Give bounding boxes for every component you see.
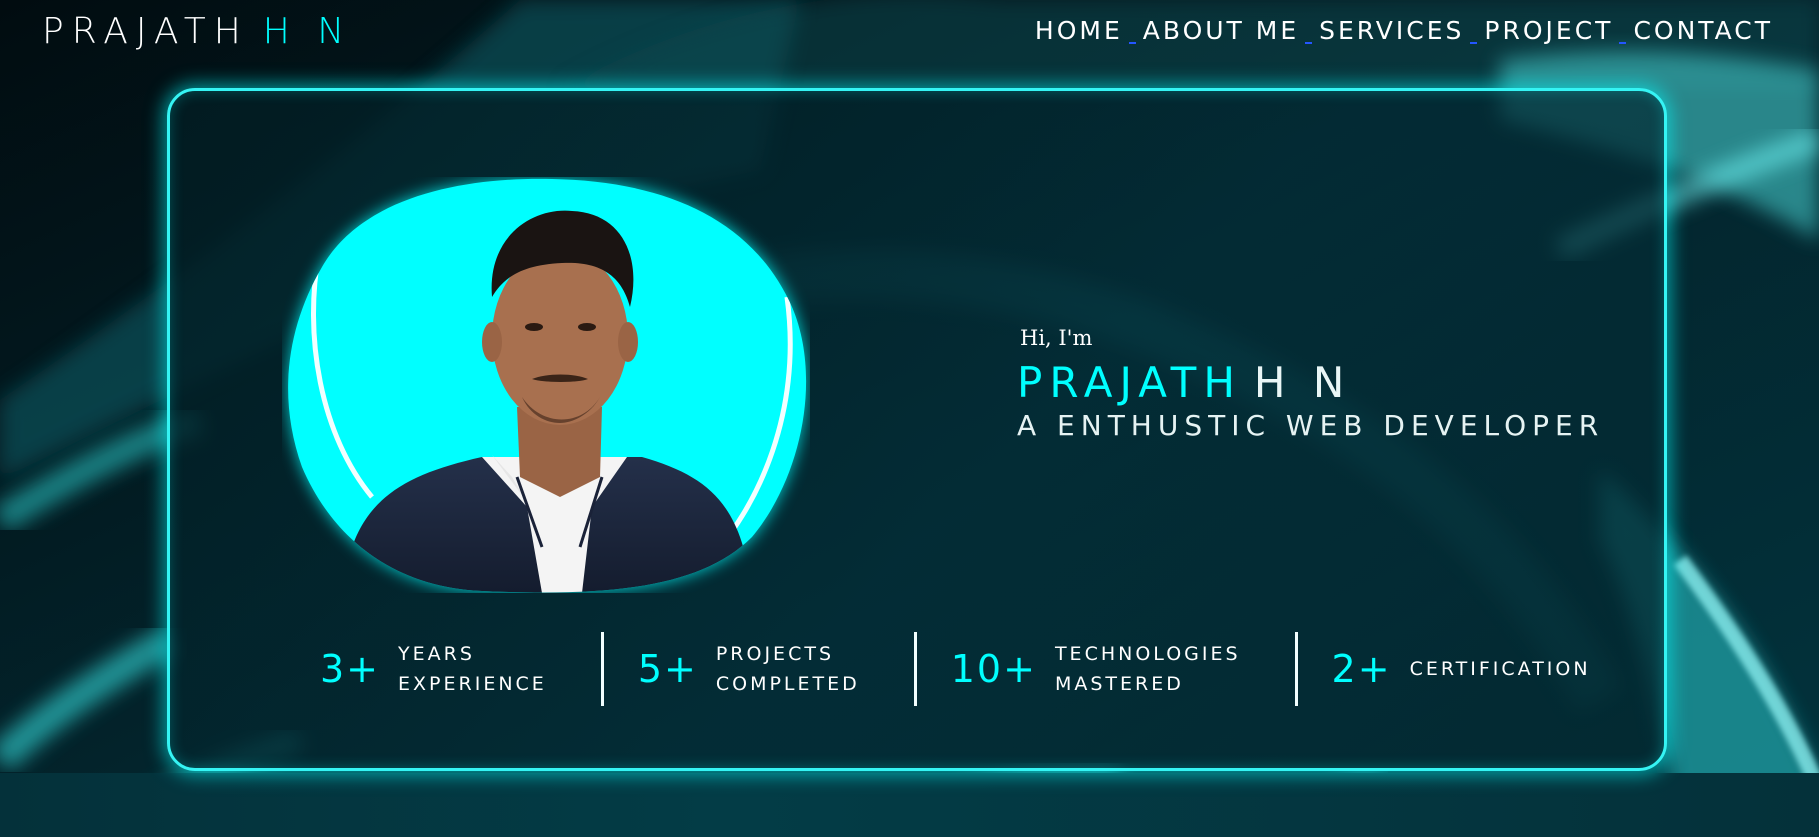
nav-separator — [1299, 14, 1319, 48]
stat-divider — [1294, 632, 1298, 706]
stat-divider — [913, 632, 917, 706]
main-nav: HOME ABOUT ME SERVICES PROJECT CONTACT — [1035, 14, 1773, 48]
stat-label-line1: TECHNOLOGIES — [1054, 643, 1241, 665]
hero-tagline: A ENTHUSTIC WEB DEVELOPER — [1017, 409, 1605, 442]
stat-divider — [600, 632, 604, 706]
nav-contact[interactable]: CONTACT — [1633, 14, 1773, 48]
stat-number: 2+ — [1331, 647, 1392, 691]
stats-row: 3+ YEARS EXPERIENCE 5+ PROJECTS COMPLETE… — [320, 631, 1591, 707]
footer-strip — [0, 773, 1819, 837]
stat-number: 3+ — [320, 647, 381, 691]
hero-name: PRAJATH H N — [1017, 356, 1604, 410]
hero-card: Hi, I'm PRAJATH H N A ENTHUSTIC WEB DEVEL… — [167, 88, 1667, 771]
stat-label-line1: PROJECTS — [715, 643, 834, 665]
stat-label-line1: CERTIFICATION — [1409, 658, 1591, 680]
stat-number: 5+ — [637, 647, 698, 691]
stat-label-line2: EXPERIENCE — [398, 673, 547, 695]
nav-services[interactable]: SERVICES — [1319, 14, 1464, 48]
stat-number: 10+ — [950, 647, 1037, 691]
stat-projects: 5+ PROJECTS COMPLETED — [638, 631, 860, 707]
nav-separator — [1123, 14, 1143, 48]
stat-technologies: 10+ TECHNOLOGIES MASTERED — [951, 631, 1241, 707]
stat-experience: 3+ YEARS EXPERIENCE — [320, 631, 547, 707]
stat-label: TECHNOLOGIES MASTERED — [1055, 639, 1241, 699]
logo-last-name: H N — [262, 11, 353, 52]
stat-label-line2: MASTERED — [1054, 673, 1184, 695]
hero-first-name: PRAJATH — [1017, 358, 1242, 407]
nav-separator — [1613, 14, 1633, 48]
stat-label-line2: COMPLETED — [715, 673, 860, 695]
greeting-text: Hi, I'm — [1020, 326, 1093, 350]
nav-home[interactable]: HOME — [1035, 14, 1123, 48]
nav-separator — [1464, 14, 1484, 48]
site-logo[interactable]: PRAJATH H N — [42, 12, 352, 52]
logo-first-name: PRAJATH — [42, 11, 249, 52]
profile-photo-icon — [288, 178, 807, 593]
stat-label: YEARS EXPERIENCE — [398, 639, 547, 699]
nav-about-me[interactable]: ABOUT ME — [1143, 14, 1299, 48]
site-header: PRAJATH H N HOME ABOUT ME SERVICES PROJEC… — [0, 0, 1819, 64]
nav-project[interactable]: PROJECT — [1484, 14, 1613, 48]
stat-certification: 2+ CERTIFICATION — [1332, 631, 1591, 707]
stat-label: CERTIFICATION — [1410, 654, 1591, 684]
stat-label: PROJECTS COMPLETED — [716, 639, 860, 699]
stat-label-line1: YEARS — [398, 643, 475, 665]
intro-block: Hi, I'm PRAJATH H N A ENTHUSTIC WEB DEVEL… — [1017, 324, 1604, 444]
hero-last-name: H N — [1253, 358, 1352, 407]
profile-photo — [282, 177, 810, 593]
